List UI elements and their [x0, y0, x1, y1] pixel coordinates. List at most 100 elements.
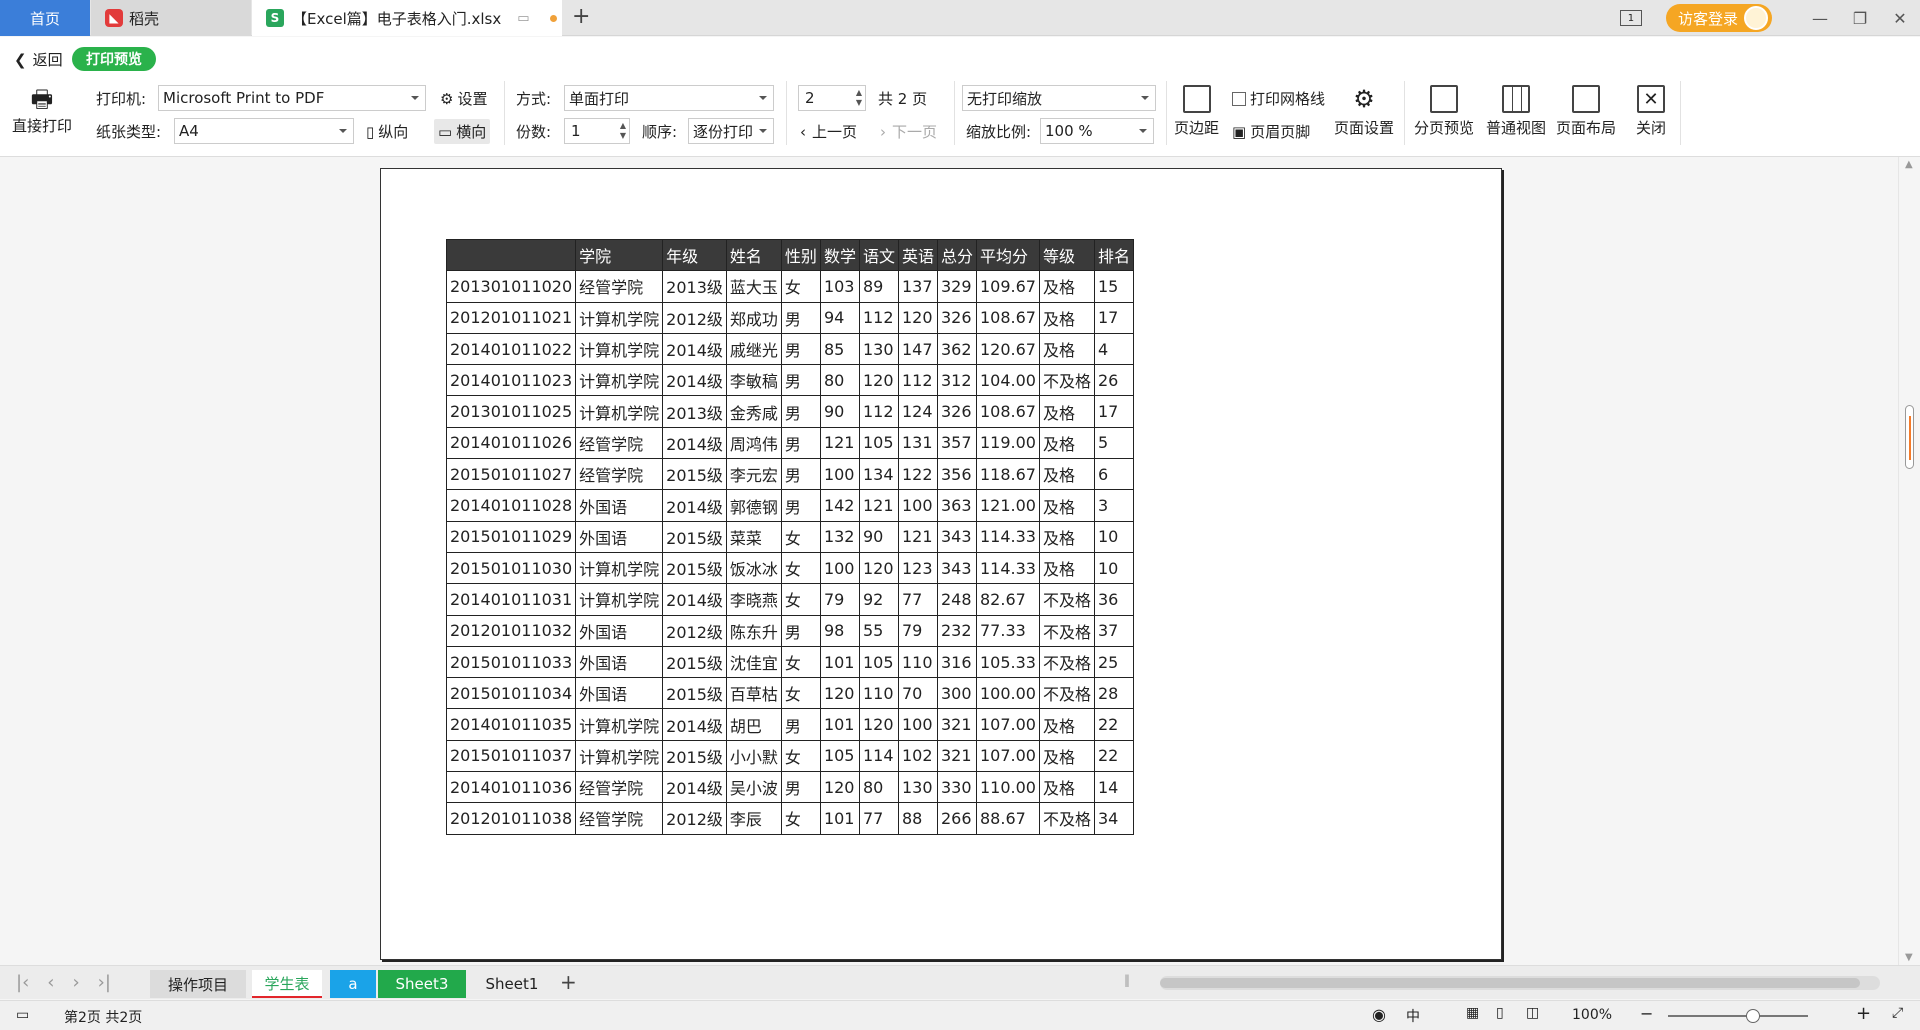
scale-select[interactable]: 100 % — [1040, 118, 1154, 144]
direct-print-button[interactable]: 🖶 直接打印 — [12, 87, 72, 136]
table-cell: 外国语 — [575, 520, 664, 553]
tab-daoke[interactable]: ◣ 稻壳 — [91, 0, 251, 36]
scroll-up-icon[interactable]: ▲ — [1905, 159, 1913, 170]
page-number-stepper[interactable]: 2 ▲ ▼ — [798, 85, 866, 111]
zoom-slider[interactable] — [1668, 1015, 1808, 1017]
page-layout-view-icon[interactable]: ▯ — [1496, 1005, 1504, 1021]
column-header: 等级 — [1038, 238, 1096, 272]
input-mode[interactable]: 中 — [1406, 1006, 1420, 1026]
table-cell: 201501011030 — [445, 551, 577, 585]
table-cell: 女 — [780, 677, 821, 710]
table-cell: 5 — [1093, 426, 1135, 460]
table-cell: 26 — [1093, 364, 1135, 397]
page-break-view-icon[interactable]: ◫ — [1526, 1005, 1539, 1021]
stepper-arrows-icon[interactable]: ▲ ▼ — [620, 121, 626, 141]
title-tab-bar: 首页 ◣ 稻壳 S 【Excel篇】电子表格入门.xlsx ▭ + 1 访客登录… — [0, 0, 1920, 36]
print-mode-select[interactable]: 单面打印 — [564, 85, 774, 111]
gear-icon: ⚙ — [440, 89, 454, 108]
multi-window-icon[interactable]: 1 — [1619, 10, 1642, 26]
back-button[interactable]: ❮ 返回 — [14, 49, 63, 70]
margins-button[interactable]: 页边距 — [1174, 85, 1219, 138]
tab-home[interactable]: 首页 — [0, 0, 90, 36]
fullscreen-icon[interactable]: ⤢ — [1892, 1005, 1903, 1021]
normal-view-button[interactable]: 普通视图 — [1486, 85, 1546, 138]
table-cell: 2015级 — [662, 677, 727, 710]
close-window-icon[interactable]: ✕ — [1880, 9, 1920, 28]
table-cell: 胡巴 — [725, 708, 782, 741]
table-cell: 及格 — [1038, 771, 1096, 804]
sheet-tab-5[interactable]: Sheet1 — [470, 970, 554, 998]
table-cell: 329 — [936, 270, 978, 303]
page-layout-label: 页面布局 — [1556, 119, 1617, 137]
unsaved-dot-icon — [549, 14, 557, 22]
scale-value: 100 % — [1045, 122, 1093, 140]
zoom-in-icon[interactable]: + — [1856, 1003, 1871, 1024]
table-cell: 女 — [780, 520, 821, 553]
next-page-button[interactable]: › 下一页 — [880, 121, 937, 142]
printer-settings-button[interactable]: ⚙ 设置 — [440, 88, 487, 109]
sheet-tab-4[interactable]: Sheet3 — [378, 970, 466, 998]
zoom-level[interactable]: 100% — [1572, 1007, 1612, 1023]
scale-mode-select[interactable]: 无打印缩放 — [962, 85, 1156, 111]
eye-icon[interactable]: ◉ — [1372, 1005, 1386, 1024]
copies-stepper[interactable]: 1 ▲ ▼ — [564, 118, 630, 144]
visitor-login-button[interactable]: 访客登录 — [1665, 4, 1772, 32]
table-cell: 326 — [936, 301, 978, 334]
zoom-out-icon[interactable]: − — [1640, 1004, 1653, 1023]
close-icon: ✕ — [1637, 85, 1665, 113]
last-sheet-icon[interactable]: ›| — [98, 972, 111, 993]
prev-sheet-icon[interactable]: ‹ — [47, 972, 54, 993]
next-sheet-icon[interactable]: › — [72, 972, 79, 993]
restore-icon[interactable]: ❐ — [1840, 9, 1880, 28]
horizontal-scrollbar[interactable] — [1160, 976, 1880, 990]
close-preview-button[interactable]: ✕ 关闭 — [1636, 85, 1666, 138]
page-layout-button[interactable]: 页面布局 — [1556, 85, 1616, 138]
table-cell: 90 — [819, 395, 860, 428]
table-cell: 蓝大玉 — [725, 270, 782, 303]
normal-view-icon[interactable]: ▦ — [1466, 1005, 1479, 1021]
scroll-down-icon[interactable]: ▼ — [1905, 952, 1913, 963]
table-cell: 沈佳宜 — [725, 645, 782, 679]
sheet-tab-3[interactable]: a — [330, 970, 376, 998]
table-cell: 及格 — [1038, 395, 1096, 428]
table-cell: 300 — [936, 677, 978, 710]
monitor-icon[interactable]: ▭ — [16, 1007, 29, 1023]
sheet-tab-1[interactable]: 操作项目 — [150, 970, 246, 998]
page-break-preview-button[interactable]: 分页预览 — [1414, 85, 1474, 138]
gridlines-checkbox[interactable]: 打印网格线 — [1232, 88, 1325, 109]
table-cell: 90 — [858, 520, 899, 553]
stepper-arrows-icon[interactable]: ▲ ▼ — [856, 88, 862, 108]
table-cell: 男 — [780, 332, 821, 366]
spreadsheet-logo-icon: S — [266, 9, 284, 27]
minimize-icon[interactable]: — — [1800, 9, 1840, 28]
order-value: 逐份打印 — [693, 122, 754, 141]
paper-type-select[interactable]: A4 — [174, 118, 354, 144]
table-cell: 28 — [1093, 677, 1135, 710]
first-sheet-icon[interactable]: |‹ — [16, 972, 29, 993]
zoom-slider-knob[interactable] — [1746, 1009, 1760, 1023]
split-handle-icon[interactable]: ‖ — [1124, 973, 1130, 987]
column-header: 学院 — [575, 238, 664, 272]
header-footer-button[interactable]: ▣ 页眉页脚 — [1232, 121, 1310, 142]
column-header: 语文 — [858, 238, 899, 272]
vertical-scroll-thumb[interactable] — [1905, 405, 1914, 469]
horizontal-scroll-thumb[interactable] — [1160, 978, 1860, 988]
printer-select[interactable]: Microsoft Print to PDF — [158, 85, 426, 111]
order-select[interactable]: 逐份打印 — [688, 118, 774, 144]
vertical-scrollbar[interactable]: ▲ ▼ — [1898, 157, 1920, 965]
table-cell: 不及格 — [1038, 583, 1096, 616]
copies-value: 1 — [571, 122, 581, 140]
add-sheet-plus-icon[interactable]: + — [560, 970, 577, 994]
table-cell: 2014级 — [662, 426, 727, 460]
new-tab-plus-icon[interactable]: + — [572, 4, 590, 29]
screen-icon[interactable]: ▭ — [517, 11, 529, 26]
table-cell: 男 — [780, 364, 821, 397]
tab-home-label: 首页 — [29, 9, 60, 28]
portrait-button[interactable]: ▯ 纵向 — [366, 121, 408, 142]
landscape-button[interactable]: ▭ 横向 — [434, 119, 491, 144]
page-setup-button[interactable]: ⚙ 页面设置 — [1334, 85, 1394, 138]
prev-page-button[interactable]: ‹ 上一页 — [800, 121, 857, 142]
tab-file[interactable]: S 【Excel篇】电子表格入门.xlsx ▭ — [252, 0, 562, 36]
back-arrow-icon: ❮ — [14, 50, 27, 69]
sheet-tab-2[interactable]: 学生表 — [252, 970, 322, 998]
